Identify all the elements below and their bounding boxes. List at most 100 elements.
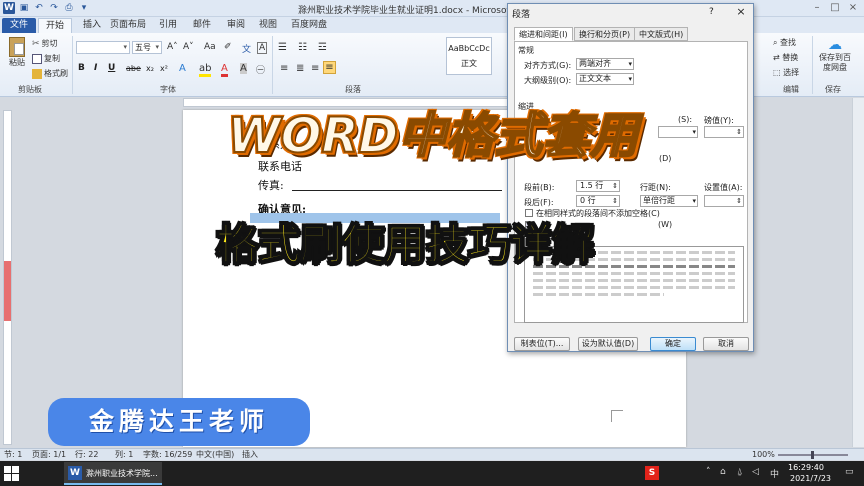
- tab-mailings[interactable]: 邮件: [188, 18, 216, 33]
- tab-indents-spacing[interactable]: 缩进和间距(I): [514, 27, 573, 41]
- print-icon[interactable]: ⎙: [63, 2, 75, 14]
- status-page[interactable]: 页面: 1/1: [32, 449, 66, 460]
- replace-button[interactable]: ⇄ 替换: [773, 52, 798, 63]
- tab-page-layout[interactable]: 页面布局: [108, 18, 148, 33]
- vertical-ruler[interactable]: [3, 110, 12, 445]
- text-effects-icon[interactable]: A: [179, 63, 186, 74]
- save-to-baidu-label: 保存到百度网盘: [819, 53, 851, 72]
- microphone-icon[interactable]: ⍙: [737, 467, 742, 477]
- alignment-select[interactable]: 两端对齐: [576, 58, 634, 70]
- cut-button[interactable]: ✂ 剪切: [32, 38, 58, 49]
- tab-baidu-netdisk[interactable]: 百度网盘: [287, 18, 331, 33]
- cancel-button[interactable]: 取消: [703, 337, 749, 351]
- grow-font-icon[interactable]: A˄: [167, 42, 178, 52]
- copy-button[interactable]: 复制: [32, 53, 60, 64]
- multilevel-list-icon[interactable]: ☲: [318, 42, 327, 53]
- subscript-button[interactable]: x₂: [146, 64, 154, 73]
- status-word-count[interactable]: 字数: 16/259: [143, 449, 192, 460]
- input-language[interactable]: 中: [770, 467, 779, 480]
- strikethrough-button[interactable]: abe: [126, 64, 141, 73]
- status-language[interactable]: 中文(中国): [196, 449, 234, 460]
- paste-label: 粘贴: [9, 58, 25, 67]
- set-default-button[interactable]: 设为默认值(D): [578, 337, 638, 351]
- align-right-icon[interactable]: ≡: [311, 63, 319, 74]
- font-group-label: 字体: [160, 85, 176, 94]
- save-icon[interactable]: ▣: [18, 2, 30, 14]
- bullets-icon[interactable]: ☰: [278, 42, 287, 53]
- dialog-close-icon[interactable]: ×: [731, 5, 751, 19]
- notification-icon[interactable]: ▭: [845, 467, 854, 477]
- line-spacing-select[interactable]: 单倍行距: [640, 195, 698, 207]
- shrink-font-icon[interactable]: A˅: [183, 42, 194, 52]
- tab-asian-typography[interactable]: 中文版式(H): [634, 27, 689, 41]
- status-section[interactable]: 节: 1: [4, 449, 22, 460]
- windows-start-icon[interactable]: [4, 466, 20, 482]
- zoom-level[interactable]: 100%: [752, 449, 775, 460]
- clear-format-icon[interactable]: Aa: [204, 42, 216, 52]
- find-label: 查找: [780, 38, 797, 47]
- select-button[interactable]: ⬚ 选择: [773, 67, 799, 78]
- tray-chevron-icon[interactable]: ˄: [706, 467, 711, 477]
- zoom-slider[interactable]: [778, 451, 848, 459]
- clock-date[interactable]: 2021/7/23: [790, 474, 831, 483]
- tabs-button[interactable]: 制表位(T)...: [514, 337, 570, 351]
- status-line[interactable]: 行: 22: [75, 449, 98, 460]
- italic-button[interactable]: I: [94, 63, 97, 73]
- paste-button[interactable]: 粘贴: [6, 37, 28, 68]
- tab-view[interactable]: 视图: [254, 18, 282, 33]
- align-left-icon[interactable]: ≡: [280, 63, 288, 74]
- vertical-scrollbar[interactable]: [852, 98, 864, 447]
- style-normal[interactable]: AaBbCcDc 正文: [446, 37, 492, 75]
- space-after-label: 段后(F):: [524, 198, 554, 207]
- outline-level-select[interactable]: 正文文本: [576, 73, 634, 85]
- ok-button[interactable]: 确定: [650, 337, 696, 351]
- numbering-icon[interactable]: ☷: [298, 42, 307, 53]
- font-color-icon[interactable]: A: [221, 63, 228, 77]
- enclose-chars-icon[interactable]: ㊀: [256, 63, 265, 76]
- tab-references[interactable]: 引用: [154, 18, 182, 33]
- status-insert-mode[interactable]: 插入: [242, 449, 258, 460]
- scissors-icon: ✂: [32, 38, 40, 49]
- highlight-icon[interactable]: ab: [199, 63, 212, 77]
- redo-icon[interactable]: ↷: [48, 2, 60, 14]
- char-shading-icon[interactable]: A: [240, 63, 247, 74]
- close-icon[interactable]: ×: [846, 1, 860, 15]
- ribbon-separator: [812, 36, 813, 94]
- space-after-spin[interactable]: 0 行: [576, 195, 620, 207]
- undo-icon[interactable]: ↶: [33, 2, 45, 14]
- taskbar-word-app[interactable]: W 滁州职业技术学院...: [64, 462, 162, 485]
- bold-button[interactable]: B: [78, 63, 85, 73]
- help-icon[interactable]: ?: [709, 7, 714, 17]
- save-to-baidu-button[interactable]: ☁ 保存到百度网盘: [816, 37, 854, 73]
- tab-file[interactable]: 文件: [2, 18, 36, 33]
- superscript-button[interactable]: x²: [160, 64, 168, 73]
- customize-toolbar-icon[interactable]: ▾: [78, 2, 90, 14]
- font-size-combo[interactable]: 五号: [132, 41, 162, 54]
- tab-line-page-breaks[interactable]: 换行和分页(P): [574, 27, 636, 41]
- doc-line-fax: 传真:: [258, 179, 284, 192]
- format-painter-button[interactable]: 格式刷: [32, 68, 68, 79]
- minimize-icon[interactable]: –: [810, 1, 824, 15]
- page-corner-mark: [611, 410, 623, 422]
- font-name-combo[interactable]: [76, 41, 130, 54]
- char-border-icon[interactable]: A: [257, 42, 268, 54]
- status-column[interactable]: 列: 1: [115, 449, 133, 460]
- tab-home[interactable]: 开始: [38, 18, 72, 33]
- doc-underline: [292, 190, 502, 191]
- volume-icon[interactable]: ◁: [752, 467, 759, 477]
- find-button[interactable]: ⌕ 查找: [773, 37, 796, 48]
- sogou-input-icon[interactable]: S: [645, 466, 659, 480]
- maximize-icon[interactable]: □: [828, 1, 842, 15]
- clipboard-group-label: 剪贴板: [18, 85, 42, 94]
- tab-review[interactable]: 审阅: [222, 18, 250, 33]
- clock-time[interactable]: 16:29:40: [788, 463, 824, 472]
- tab-insert[interactable]: 插入: [78, 18, 106, 33]
- clear-formatting-icon[interactable]: ✐: [224, 42, 232, 52]
- space-before-spin[interactable]: 1.5 行: [576, 180, 620, 192]
- set-value-spin[interactable]: [704, 195, 744, 207]
- underline-button[interactable]: U: [108, 63, 115, 73]
- justify-icon[interactable]: ≡: [323, 61, 336, 74]
- phonetic-guide-icon[interactable]: 文: [242, 42, 251, 55]
- network-icon[interactable]: ⌂: [720, 467, 726, 477]
- align-center-icon[interactable]: ≣: [296, 63, 304, 74]
